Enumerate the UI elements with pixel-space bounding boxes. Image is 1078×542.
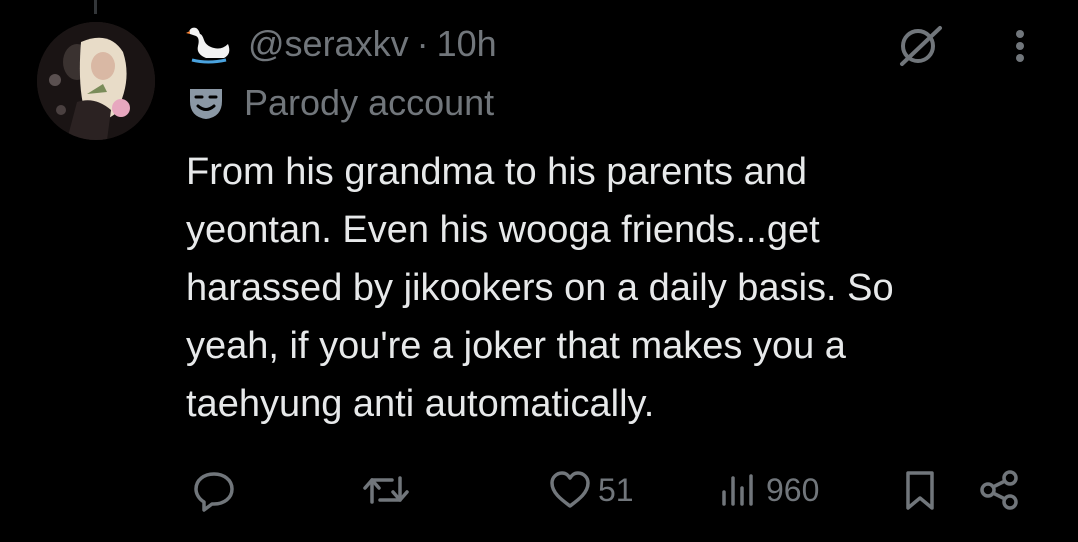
parody-account-text: Parody account	[244, 82, 495, 123]
reply-button[interactable]	[192, 468, 242, 512]
bookmark-button[interactable]	[902, 468, 938, 512]
retweet-button[interactable]	[362, 468, 416, 512]
more-options-button[interactable]	[1000, 22, 1040, 70]
heart-icon	[550, 471, 590, 508]
retweet-icon	[363, 476, 409, 504]
parody-account-label: Parody account	[188, 80, 494, 126]
header-separator: ·	[416, 23, 429, 64]
analytics-icon	[722, 474, 753, 506]
more-vertical-icon	[1016, 30, 1024, 62]
avatar[interactable]	[37, 22, 155, 140]
tweet-timestamp[interactable]: 10h	[437, 23, 497, 65]
user-handle[interactable]: @seraxkv	[248, 23, 409, 65]
grok-icon	[900, 26, 942, 66]
grok-button[interactable]	[888, 22, 952, 70]
views-count: 960	[766, 471, 820, 508]
swan-icon	[186, 24, 232, 64]
tweet-actions-bar: 51 960	[186, 468, 1026, 512]
like-button[interactable]: 51	[548, 468, 634, 512]
theater-mask-icon	[188, 85, 224, 121]
views-button[interactable]: 960	[716, 468, 819, 512]
share-icon	[980, 470, 1018, 510]
reply-icon	[194, 472, 234, 512]
bookmark-icon	[906, 471, 934, 510]
thread-connector-line	[94, 0, 97, 14]
share-button[interactable]	[978, 468, 1022, 512]
like-count: 51	[598, 471, 634, 508]
tweet-body-text: From his grandma to his parents and yeon…	[186, 151, 894, 425]
avatar-image	[37, 22, 155, 140]
tweet-header: @seraxkv · 10h	[186, 20, 497, 68]
